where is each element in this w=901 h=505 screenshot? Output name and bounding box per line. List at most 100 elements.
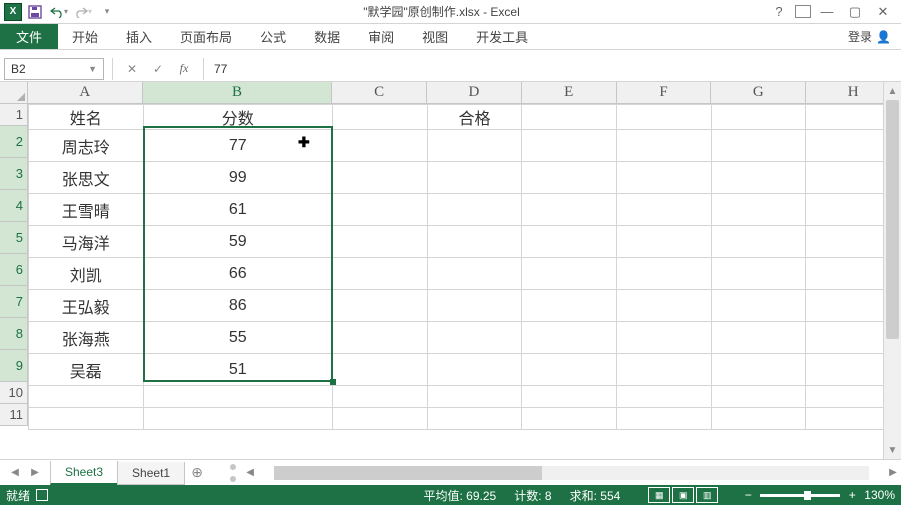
row-header-3[interactable]: 3: [0, 158, 28, 190]
formula-bar: B2 ▼ ✕ ✓ fx: [0, 56, 901, 82]
help-button[interactable]: ?: [767, 1, 791, 23]
row-header-1[interactable]: 1: [0, 104, 28, 126]
tab-home[interactable]: 开始: [58, 24, 112, 49]
tab-page-layout[interactable]: 页面布局: [166, 24, 246, 49]
tab-formulas[interactable]: 公式: [246, 24, 300, 49]
cell-A5[interactable]: 马海洋: [29, 226, 144, 258]
row-header-11[interactable]: 11: [0, 404, 28, 426]
cells-grid[interactable]: 姓名 分数 合格 周志玲77 张思文99 王雪晴61 马海洋59 刘凯66 王弘…: [28, 104, 901, 430]
tab-insert[interactable]: 插入: [112, 24, 166, 49]
col-header-E[interactable]: E: [522, 82, 617, 103]
cell-A7[interactable]: 王弘毅: [29, 290, 144, 322]
scroll-down-button[interactable]: ▼: [884, 441, 901, 459]
maximize-button[interactable]: ▢: [843, 1, 867, 23]
cell-A3[interactable]: 张思文: [29, 162, 144, 194]
formula-input[interactable]: [208, 58, 901, 80]
cell-A1[interactable]: 姓名: [29, 105, 144, 130]
view-page-layout-button[interactable]: ▣: [672, 487, 694, 503]
redo-button[interactable]: ▾: [72, 1, 94, 23]
enter-formula-button[interactable]: ✓: [149, 58, 167, 80]
cell-F1[interactable]: [616, 105, 711, 130]
zoom-in-button[interactable]: +: [846, 488, 858, 502]
cell-A2[interactable]: 周志玲: [29, 130, 144, 162]
view-normal-button[interactable]: ▦: [648, 487, 670, 503]
cancel-formula-button[interactable]: ✕: [123, 58, 141, 80]
cell-B1[interactable]: 分数: [143, 105, 332, 130]
view-page-break-button[interactable]: ▥: [696, 487, 718, 503]
cell-E1[interactable]: [522, 105, 617, 130]
minimize-button[interactable]: —: [815, 1, 839, 23]
scroll-up-button[interactable]: ▲: [884, 82, 901, 100]
close-button[interactable]: ✕: [871, 1, 895, 23]
ribbon-display-options-button[interactable]: [795, 5, 811, 18]
divider: [112, 58, 113, 80]
col-header-C[interactable]: C: [332, 82, 427, 103]
cell-B3[interactable]: 99: [143, 162, 332, 194]
row-header-9[interactable]: 9: [0, 350, 28, 382]
status-count: 计数: 8: [514, 487, 551, 504]
save-button[interactable]: [24, 1, 46, 23]
tab-view[interactable]: 视图: [408, 24, 462, 49]
title-bar: X ▾ ▾ ▾ "默学园"原创制作.xlsx - Excel ? — ▢ ✕: [0, 0, 901, 24]
row-header-2[interactable]: 2: [0, 126, 28, 158]
macro-record-icon[interactable]: [36, 489, 48, 501]
cell-B7[interactable]: 86: [143, 290, 332, 322]
login-link[interactable]: 登录👤: [838, 24, 901, 49]
cell-A6[interactable]: 刘凯: [29, 258, 144, 290]
col-header-D[interactable]: D: [427, 82, 522, 103]
tab-file[interactable]: 文件: [0, 24, 58, 49]
sheet-tab-sheet1[interactable]: Sheet1: [117, 462, 185, 485]
row-header-4[interactable]: 4: [0, 190, 28, 222]
cell-D1[interactable]: 合格: [427, 105, 522, 130]
hscroll-right[interactable]: ▶: [885, 467, 901, 478]
undo-button[interactable]: ▾: [48, 1, 70, 23]
cell-B8[interactable]: 55: [143, 322, 332, 354]
hscroll-left[interactable]: ◀: [242, 467, 258, 478]
cell-G1[interactable]: [711, 105, 806, 130]
cell-B2[interactable]: 77: [143, 130, 332, 162]
cell-B5[interactable]: 59: [143, 226, 332, 258]
tab-data[interactable]: 数据: [300, 24, 354, 49]
sheet-tab-sheet3[interactable]: Sheet3: [50, 461, 118, 485]
sheet-nav-next[interactable]: ▶: [26, 464, 44, 482]
col-header-F[interactable]: F: [617, 82, 712, 103]
hscroll-thumb[interactable]: [274, 466, 542, 480]
zoom-out-button[interactable]: −: [742, 488, 754, 502]
cell-A9[interactable]: 吴磊: [29, 354, 144, 386]
status-average: 平均值: 69.25: [423, 487, 496, 504]
horizontal-scrollbar[interactable]: ◀ ▶: [230, 464, 901, 482]
vscroll-thumb[interactable]: [886, 100, 899, 339]
row-header-10[interactable]: 10: [0, 382, 28, 404]
col-header-G[interactable]: G: [711, 82, 806, 103]
chevron-down-icon: ▼: [88, 64, 97, 74]
cell-A8[interactable]: 张海燕: [29, 322, 144, 354]
qat-customize-button[interactable]: ▾: [96, 1, 118, 23]
new-sheet-button[interactable]: ⊕: [184, 463, 210, 482]
row-headers: 1 2 3 4 5 6 7 8 9 10 11: [0, 104, 28, 430]
col-header-A[interactable]: A: [28, 82, 143, 103]
vertical-scrollbar[interactable]: ▲ ▼: [883, 82, 901, 459]
cell-B6[interactable]: 66: [143, 258, 332, 290]
zoom-percentage[interactable]: 130%: [864, 488, 895, 502]
sheet-nav-prev[interactable]: ◀: [6, 464, 24, 482]
cell-B9[interactable]: 51: [143, 354, 332, 386]
tab-developer[interactable]: 开发工具: [462, 24, 542, 49]
cell-B4[interactable]: 61: [143, 194, 332, 226]
user-icon: 👤: [876, 30, 891, 44]
zoom-slider-knob[interactable]: [804, 491, 811, 500]
tab-review[interactable]: 审阅: [354, 24, 408, 49]
row-header-7[interactable]: 7: [0, 286, 28, 318]
col-header-B[interactable]: B: [143, 82, 333, 103]
divider: [203, 58, 204, 80]
select-all-button[interactable]: [0, 82, 28, 103]
row-header-8[interactable]: 8: [0, 318, 28, 350]
column-headers: A B C D E F G H: [0, 82, 901, 104]
cell-C1[interactable]: [332, 105, 427, 130]
formula-buttons: ✕ ✓ fx: [117, 58, 199, 80]
name-box[interactable]: B2 ▼: [4, 58, 104, 80]
zoom-slider[interactable]: [760, 494, 840, 497]
row-header-6[interactable]: 6: [0, 254, 28, 286]
cell-A4[interactable]: 王雪晴: [29, 194, 144, 226]
row-header-5[interactable]: 5: [0, 222, 28, 254]
insert-function-button[interactable]: fx: [175, 58, 193, 80]
